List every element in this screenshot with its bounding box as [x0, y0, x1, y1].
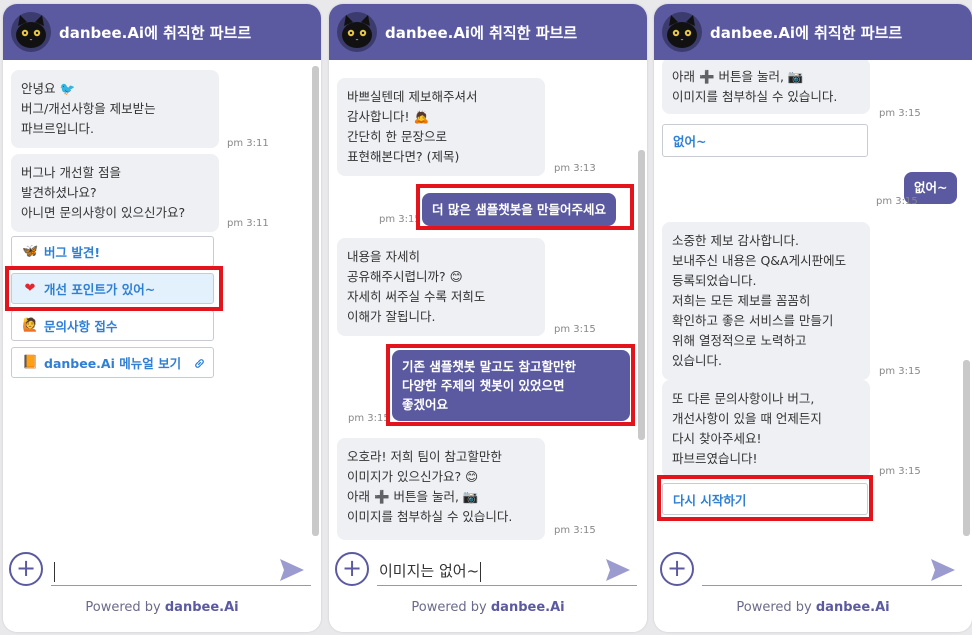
chat-header: danbee.Ai에 취직한 파브르: [329, 4, 647, 60]
link-icon: [195, 359, 204, 368]
book-icon: 📙: [22, 355, 39, 370]
send-icon[interactable]: [605, 558, 631, 582]
quick-reply-manual-link[interactable]: 📙 danbee.Ai 메뉴얼 보기: [11, 347, 214, 378]
message-time: pm 3:15: [879, 466, 921, 477]
powered-by-label: Powered by: [411, 600, 491, 615]
message-list[interactable]: 아래 ➕ 버튼을 눌러, 📷 이미지를 첨부하실 수 있습니다. pm 3:15…: [654, 60, 972, 540]
powered-by-label: Powered by: [85, 600, 165, 615]
powered-by: Powered by danbee.Ai: [329, 600, 647, 615]
composer: + Powered by danbee.Ai: [654, 540, 972, 632]
message-time: pm 3:15: [554, 324, 596, 335]
message-input[interactable]: 이미지는 없어~: [377, 554, 637, 586]
send-icon[interactable]: [930, 558, 956, 582]
bot-message: 버그나 개선할 점을 발견하셨나요? 아니면 문의사항이 있으신가요?: [11, 154, 219, 232]
black-cat-avatar-icon: [662, 12, 702, 52]
black-cat-avatar-icon: [11, 12, 51, 52]
send-icon[interactable]: [279, 558, 305, 582]
quick-reply-inquiry[interactable]: 🙋 문의사항 접수: [11, 310, 214, 341]
restart-button-label: 다시 시작하기: [673, 492, 747, 508]
message-input[interactable]: [702, 554, 962, 586]
text-caret: [480, 561, 482, 582]
message-time: pm 3:11: [227, 218, 269, 229]
message-time: pm 3:15: [348, 413, 390, 424]
message-input-text: 이미지는 없어~: [379, 562, 480, 580]
chat-window-1: danbee.Ai에 취직한 파브르 안녕요 🐦 버그/개선사항을 제보받는 파…: [3, 4, 321, 632]
scrollbar[interactable]: [963, 360, 970, 536]
quick-reply-label: 없어~: [673, 134, 707, 149]
powered-by-brand: danbee.Ai: [490, 600, 565, 615]
user-message: 기존 샘플챗봇 말고도 참고할만한 다양한 주제의 챗봇이 있었으면 좋겠어요: [392, 350, 630, 421]
message-list[interactable]: 안녕요 🐦 버그/개선사항을 제보받는 파브르입니다. pm 3:11 버그나 …: [3, 60, 321, 540]
powered-by-brand: danbee.Ai: [164, 600, 239, 615]
quick-reply-no-image[interactable]: 없어~: [662, 124, 868, 157]
chat-title: danbee.Ai에 취직한 파브르: [59, 23, 252, 42]
attach-plus-icon[interactable]: +: [660, 552, 694, 586]
message-list[interactable]: 바쁘실텐데 제보해주셔서 감사합니다! 🙇 간단히 한 문장으로 표현해본다면?…: [329, 60, 647, 540]
heart-icon: ❤: [24, 281, 36, 296]
chat-header: danbee.Ai에 취직한 파브르: [3, 4, 321, 60]
bot-message: 내용을 자세히 공유해주시렵니까? 😊 자세히 써주실 수록 저희도 이해가 잘…: [337, 238, 545, 336]
composer: + Powered by danbee.Ai: [3, 540, 321, 632]
chat-window-3: danbee.Ai에 취직한 파브르 아래 ➕ 버튼을 눌러, 📷 이미지를 첨…: [654, 4, 972, 632]
person-raising-hand-icon: 🙋: [22, 318, 39, 333]
message-time: pm 3:13: [554, 163, 596, 174]
powered-by-brand: danbee.Ai: [815, 600, 890, 615]
user-message: 더 많은 샘플챗봇을 만들어주세요: [422, 193, 617, 226]
scrollbar[interactable]: [312, 66, 319, 536]
quick-reply-label: 개선 포인트가 있어~: [44, 282, 156, 297]
quick-reply-label: danbee.Ai 메뉴얼 보기: [44, 356, 182, 371]
bot-message: 안녕요 🐦 버그/개선사항을 제보받는 파브르입니다.: [11, 70, 219, 148]
bot-message: 바쁘실텐데 제보해주셔서 감사합니다! 🙇 간단히 한 문장으로 표현해본다면?…: [337, 78, 545, 176]
chat-window-2: danbee.Ai에 취직한 파브르 바쁘실텐데 제보해주셔서 감사합니다! 🙇…: [329, 4, 647, 632]
chat-header: danbee.Ai에 취직한 파브르: [654, 4, 972, 60]
message-input[interactable]: [51, 554, 311, 586]
composer: + 이미지는 없어~ Powered by danbee.Ai: [329, 540, 647, 632]
restart-button[interactable]: 다시 시작하기: [662, 483, 868, 515]
bot-message: 소중한 제보 감사합니다. 보내주신 내용은 Q&A게시판에도 등록되었습니다.…: [662, 222, 870, 380]
attach-plus-icon[interactable]: +: [9, 552, 43, 586]
message-time: pm 3:15: [554, 525, 596, 536]
attach-plus-icon[interactable]: +: [335, 552, 369, 586]
message-time: pm 3:15: [379, 214, 421, 225]
text-caret: [54, 561, 55, 582]
message-time: pm 3:15: [876, 196, 918, 207]
scrollbar[interactable]: [638, 150, 645, 440]
bot-message: 오호라! 저희 팀이 참고할만한 이미지가 있으신가요? 😊 아래 ➕ 버튼을 …: [337, 438, 545, 540]
quick-reply-bug-report[interactable]: 🦋 버그 발견!: [11, 236, 214, 267]
message-time: pm 3:11: [227, 138, 269, 149]
bot-message: 또 다른 문의사항이나 버그, 개선사항이 있을 때 언제든지 다시 찾아주세요…: [662, 380, 870, 478]
quick-reply-improvement[interactable]: ❤ 개선 포인트가 있어~: [11, 273, 214, 304]
powered-by-label: Powered by: [736, 600, 816, 615]
bot-message: 아래 ➕ 버튼을 눌러, 📷 이미지를 첨부하실 수 있습니다.: [662, 60, 870, 114]
message-time: pm 3:15: [879, 366, 921, 377]
chat-title: danbee.Ai에 취직한 파브르: [710, 23, 903, 42]
quick-reply-label: 버그 발견!: [44, 245, 101, 260]
chat-title: danbee.Ai에 취직한 파브르: [385, 23, 578, 42]
powered-by: Powered by danbee.Ai: [3, 600, 321, 615]
message-time: pm 3:15: [879, 108, 921, 119]
powered-by: Powered by danbee.Ai: [654, 600, 972, 615]
butterfly-icon: 🦋: [22, 244, 39, 259]
quick-reply-label: 문의사항 접수: [44, 319, 118, 334]
black-cat-avatar-icon: [337, 12, 377, 52]
